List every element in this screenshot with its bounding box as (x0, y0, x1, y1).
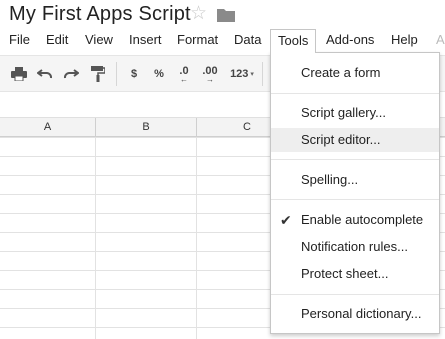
redo-icon[interactable] (62, 65, 80, 83)
percent-label: % (154, 68, 164, 80)
increase-decimal-button[interactable]: .00 → (199, 65, 221, 84)
more-formats-button[interactable]: 123 ▾ (226, 65, 258, 83)
document-title[interactable]: My First Apps Script (9, 3, 191, 26)
undo-icon[interactable] (36, 65, 54, 83)
menu-separator (271, 294, 439, 295)
menu-separator (271, 159, 439, 160)
print-icon[interactable] (10, 65, 28, 83)
menu-item-script-editor[interactable]: Script editor... (271, 128, 439, 152)
menu-format[interactable]: Format (176, 29, 219, 53)
menu-item-notification-rules[interactable]: Notification rules... (271, 235, 439, 259)
currency-label: $ (130, 68, 138, 80)
arrow-right-icon: → (206, 75, 214, 84)
menu-file[interactable]: File (8, 29, 31, 53)
menu-overflow-text: A (436, 32, 445, 47)
menu-item-spelling[interactable]: Spelling... (271, 168, 439, 192)
title-row: My First Apps Script ☆ (0, 0, 445, 30)
menu-edit[interactable]: Edit (45, 29, 69, 53)
menu-item-personal-dictionary[interactable]: Personal dictionary... (271, 302, 439, 326)
menu-item-create-form[interactable]: Create a form (271, 61, 439, 85)
decrease-decimal-button[interactable]: .0 ← (175, 65, 193, 84)
menu-data[interactable]: Data (233, 29, 262, 53)
column-header-a[interactable]: A (0, 118, 96, 137)
menu-item-script-gallery[interactable]: Script gallery... (271, 101, 439, 125)
currency-format-button[interactable]: $ (126, 65, 142, 83)
column-header-b[interactable]: B (96, 118, 197, 137)
star-icon[interactable]: ☆ (190, 4, 207, 23)
chevron-down-icon: ▾ (250, 71, 254, 78)
toolbar-separator (262, 62, 263, 86)
folder-icon[interactable] (217, 8, 235, 22)
menu-item-enable-autocomplete[interactable]: ✔ Enable autocomplete (271, 208, 439, 232)
menu-bar: File Edit View Insert Format Data Tools … (0, 29, 445, 53)
more-formats-label: 123 (230, 68, 249, 80)
menu-view[interactable]: View (84, 29, 114, 53)
percent-format-button[interactable]: % (150, 65, 168, 83)
tools-menu: Create a form Script gallery... Script e… (270, 52, 440, 334)
toolbar-separator (116, 62, 117, 86)
menu-tools[interactable]: Tools (270, 29, 317, 53)
check-icon: ✔ (280, 212, 292, 228)
paint-format-icon[interactable] (89, 65, 107, 83)
menu-separator (271, 93, 439, 94)
arrow-left-icon: ← (180, 75, 188, 84)
menu-item-label: Enable autocomplete (301, 212, 424, 227)
menu-help[interactable]: Help (390, 29, 419, 53)
menu-item-protect-sheet[interactable]: Protect sheet... (271, 262, 439, 286)
menu-insert[interactable]: Insert (128, 29, 163, 53)
menu-add-ons[interactable]: Add-ons (325, 29, 375, 53)
menu-separator (271, 199, 439, 200)
